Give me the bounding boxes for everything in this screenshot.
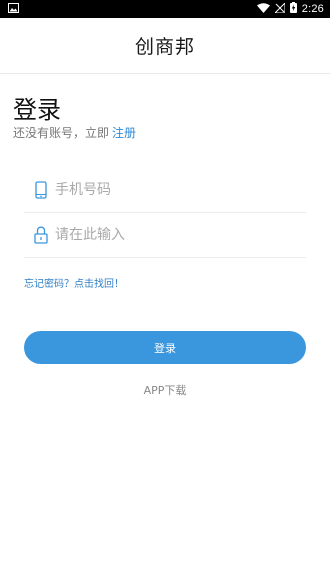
app-header: 创商邦 xyxy=(0,18,330,74)
status-time: 2:26 xyxy=(301,3,324,15)
register-prompt: 还没有账号，立即 注册 xyxy=(13,124,136,141)
no-account-text: 还没有账号，立即 xyxy=(13,126,110,140)
battery-charging-icon xyxy=(289,2,297,16)
code-input[interactable] xyxy=(52,220,292,250)
login-button[interactable]: 登录 xyxy=(24,331,306,364)
status-bar: 2:26 xyxy=(0,0,330,18)
lock-icon xyxy=(32,225,50,245)
forgot-password-link[interactable]: 忘记密码？点击找回！ xyxy=(24,275,124,290)
register-link[interactable]: 注册 xyxy=(112,124,136,141)
image-icon xyxy=(8,2,19,16)
phone-field[interactable] xyxy=(24,168,306,213)
login-heading: 登录 xyxy=(13,96,61,124)
wifi-icon xyxy=(256,2,270,16)
no-signal-icon xyxy=(273,1,286,16)
phone-icon xyxy=(32,180,50,200)
app-download-link[interactable]: APP下载 xyxy=(0,382,330,398)
code-field[interactable] xyxy=(24,213,306,258)
phone-input[interactable] xyxy=(52,175,292,205)
page-title: 创商邦 xyxy=(134,36,195,58)
